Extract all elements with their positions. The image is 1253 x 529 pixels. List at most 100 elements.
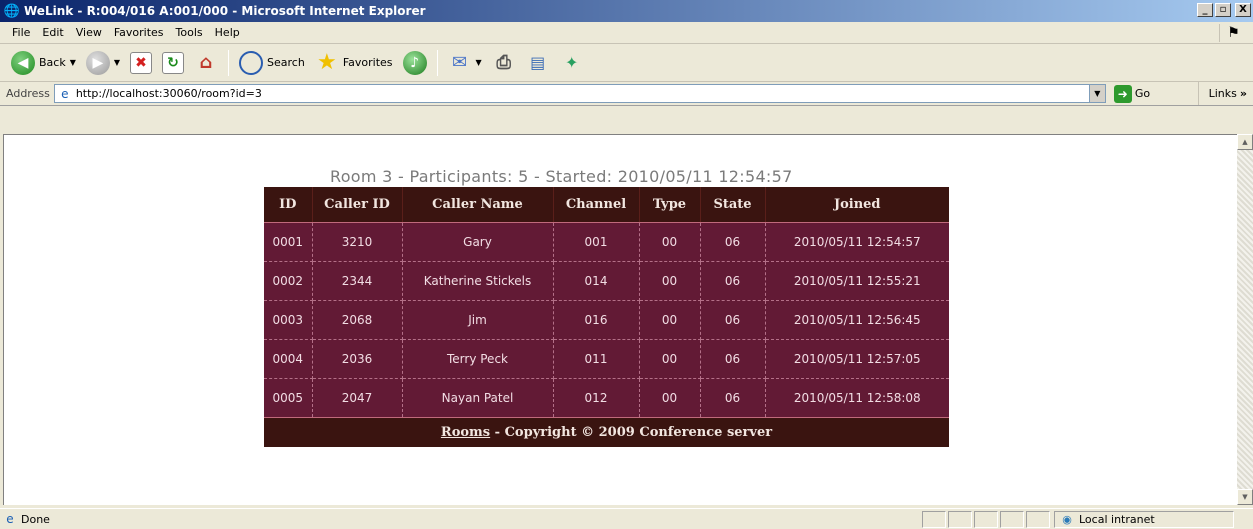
cell-state: 06 xyxy=(700,378,766,418)
cell-id: 0004 xyxy=(264,339,313,379)
cell-channel: 016 xyxy=(553,300,640,340)
ie-app-icon[interactable]: 🌐 xyxy=(4,3,20,19)
stop-button[interactable]: ✖ xyxy=(127,50,155,76)
ie-page-icon: e xyxy=(6,512,14,526)
cell-caller-name: Katherine Stickels xyxy=(402,261,554,301)
maximize-button[interactable]: ▫ xyxy=(1215,3,1231,17)
table-row: 0005 2047 Nayan Patel 012 00 06 2010/05/… xyxy=(264,378,949,418)
cell-type: 00 xyxy=(639,261,701,301)
address-dropdown-icon[interactable]: ▼ xyxy=(1088,85,1105,102)
media-icon: ♪ xyxy=(402,50,427,75)
zone-text: Local intranet xyxy=(1079,512,1155,526)
address-label: Address xyxy=(6,87,50,100)
printer-icon: ⎙ xyxy=(496,52,511,73)
url-input[interactable] xyxy=(75,87,1056,100)
scroll-track[interactable] xyxy=(1237,150,1253,489)
cell-caller-name: Jim xyxy=(402,300,554,340)
search-button[interactable]: Search xyxy=(236,49,308,77)
table-footer-row: Rooms - Copyright © 2009 Conference serv… xyxy=(264,416,949,447)
security-zone[interactable]: ◉ Local intranet xyxy=(1054,510,1234,528)
forward-dropdown-icon[interactable]: ▼ xyxy=(114,58,120,67)
back-dropdown-icon[interactable]: ▼ xyxy=(70,58,76,67)
forward-arrow-icon: ▶ xyxy=(85,50,110,75)
media-button[interactable]: ♪ xyxy=(400,49,430,77)
cell-joined: 2010/05/11 12:54:57 xyxy=(765,222,949,262)
search-label: Search xyxy=(267,56,305,69)
back-label: Back xyxy=(39,56,66,69)
cell-channel: 001 xyxy=(553,222,640,262)
status-text-area: e Done xyxy=(0,512,920,526)
messenger-icon: ✦ xyxy=(564,53,579,72)
menu-view[interactable]: View xyxy=(70,24,108,41)
page-icon: e xyxy=(61,86,69,101)
cell-joined: 2010/05/11 12:56:45 xyxy=(765,300,949,340)
forward-button[interactable]: ▶ ▼ xyxy=(83,49,123,77)
status-bar: e Done ◉ Local intranet xyxy=(0,508,1253,529)
home-button[interactable]: ⌂ xyxy=(191,49,221,77)
cell-state: 06 xyxy=(700,300,766,340)
column-header-state: State xyxy=(700,187,766,223)
refresh-button[interactable]: ↻ xyxy=(159,50,187,76)
status-cell xyxy=(974,510,998,528)
menu-bar: File Edit View Favorites Tools Help ⚑ xyxy=(0,22,1253,44)
cell-type: 00 xyxy=(639,222,701,262)
print-button[interactable]: ⎙ xyxy=(489,49,519,77)
edit-button[interactable]: ▤ xyxy=(523,49,553,77)
cell-channel: 011 xyxy=(553,339,640,379)
menu-edit[interactable]: Edit xyxy=(36,24,69,41)
favorites-button[interactable]: ★ Favorites xyxy=(312,49,396,77)
room-title: Room 3 - Participants: 5 - Started: 2010… xyxy=(330,167,793,186)
status-cell xyxy=(948,510,972,528)
toolbar-separator xyxy=(228,49,230,76)
scroll-down-button[interactable]: ▼ xyxy=(1237,489,1253,505)
cell-joined: 2010/05/11 12:57:05 xyxy=(765,339,949,379)
mail-dropdown-icon[interactable]: ▼ xyxy=(476,58,482,67)
go-button[interactable]: ➜ Go xyxy=(1110,84,1154,103)
back-arrow-icon: ◀ xyxy=(11,50,35,75)
window-title-bar[interactable]: 🌐 WeLink - R:004/016 A:001/000 - Microso… xyxy=(0,0,1253,22)
copyright-text: - Copyright © 2009 Conference server xyxy=(490,424,773,440)
scroll-up-button[interactable]: ▲ xyxy=(1237,134,1253,150)
cell-caller-id: 3210 xyxy=(312,222,403,262)
cell-id: 0003 xyxy=(264,300,313,340)
table-row: 0001 3210 Gary 001 00 06 2010/05/11 12:5… xyxy=(264,222,949,262)
address-field[interactable]: e ▼ xyxy=(53,84,1106,103)
favorites-label: Favorites xyxy=(342,56,393,69)
cell-type: 00 xyxy=(639,339,701,379)
minimize-button[interactable]: _ xyxy=(1197,3,1213,17)
stop-icon: ✖ xyxy=(130,51,153,74)
cell-state: 06 xyxy=(700,339,766,379)
column-header-channel: Channel xyxy=(553,187,640,223)
column-header-joined: Joined xyxy=(765,187,949,223)
chevron-right-icon: » xyxy=(1239,87,1247,100)
cell-state: 06 xyxy=(700,222,766,262)
status-cell xyxy=(922,510,946,528)
cell-caller-id: 2036 xyxy=(312,339,403,379)
column-header-id: ID xyxy=(264,187,313,223)
cell-id: 0001 xyxy=(264,222,313,262)
links-button[interactable]: Links » xyxy=(1197,82,1253,105)
vertical-scrollbar[interactable]: ▲ ▼ xyxy=(1237,134,1253,505)
cell-id: 0005 xyxy=(264,378,313,418)
rooms-link[interactable]: Rooms xyxy=(441,425,490,440)
cell-type: 00 xyxy=(639,300,701,340)
close-button[interactable]: X xyxy=(1235,3,1251,17)
column-header-caller-name: Caller Name xyxy=(402,187,554,223)
home-icon: ⌂ xyxy=(199,52,213,73)
menu-favorites[interactable]: Favorites xyxy=(108,24,170,41)
go-arrow-icon: ➜ xyxy=(1113,84,1132,103)
cell-joined: 2010/05/11 12:55:21 xyxy=(765,261,949,301)
cell-caller-id: 2344 xyxy=(312,261,403,301)
menu-tools[interactable]: Tools xyxy=(170,24,209,41)
search-icon xyxy=(239,50,264,75)
menu-file[interactable]: File xyxy=(6,24,36,41)
star-icon: ★ xyxy=(316,50,337,75)
messenger-button[interactable]: ✦ xyxy=(557,49,587,77)
participants-table: ID Caller ID Caller Name Channel Type St… xyxy=(264,187,949,447)
windows-logo-icon: ⚑ xyxy=(1219,24,1247,42)
back-button[interactable]: ◀ Back ▼ xyxy=(8,49,79,77)
menu-help[interactable]: Help xyxy=(209,24,246,41)
mail-button[interactable]: ✉ ▼ xyxy=(445,49,485,77)
table-row: 0004 2036 Terry Peck 011 00 06 2010/05/1… xyxy=(264,339,949,379)
status-cell xyxy=(1000,510,1024,528)
